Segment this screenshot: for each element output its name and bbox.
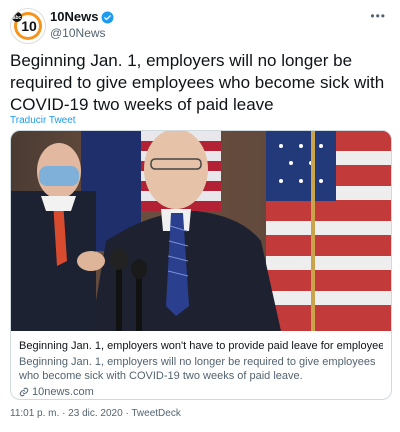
author-name-row: 10News — [50, 9, 114, 25]
card-body: Beginning Jan. 1, employers won't have t… — [11, 332, 391, 399]
tweet-timestamp[interactable]: 11:01 p. m. · 23 dic. 2020 · TweetDeck — [10, 408, 181, 419]
10news-logo: abc 10 — [12, 12, 42, 40]
link-icon — [19, 387, 29, 397]
avatar[interactable]: abc 10 — [10, 8, 46, 44]
translate-link[interactable]: Traducir Tweet — [10, 115, 76, 126]
card-domain-row: 10news.com — [19, 385, 383, 399]
author-handle[interactable]: @10News — [50, 25, 114, 41]
logo-corner-text: abc — [13, 15, 22, 21]
card-domain: 10news.com — [32, 386, 94, 398]
tweet-text: Beginning Jan. 1, employers will no long… — [10, 51, 385, 114]
verified-icon — [101, 11, 114, 23]
author-block: 10News @10News — [50, 9, 114, 41]
link-card[interactable]: Beginning Jan. 1, employers won't have t… — [10, 130, 392, 400]
card-photo — [11, 131, 391, 331]
author-name[interactable]: 10News — [50, 9, 98, 25]
more-options-icon[interactable]: ••• — [370, 9, 386, 23]
card-description: Beginning Jan. 1, employers will no long… — [19, 356, 376, 382]
logo-text: 10 — [21, 18, 37, 34]
card-title: Beginning Jan. 1, employers won't have t… — [19, 340, 383, 352]
